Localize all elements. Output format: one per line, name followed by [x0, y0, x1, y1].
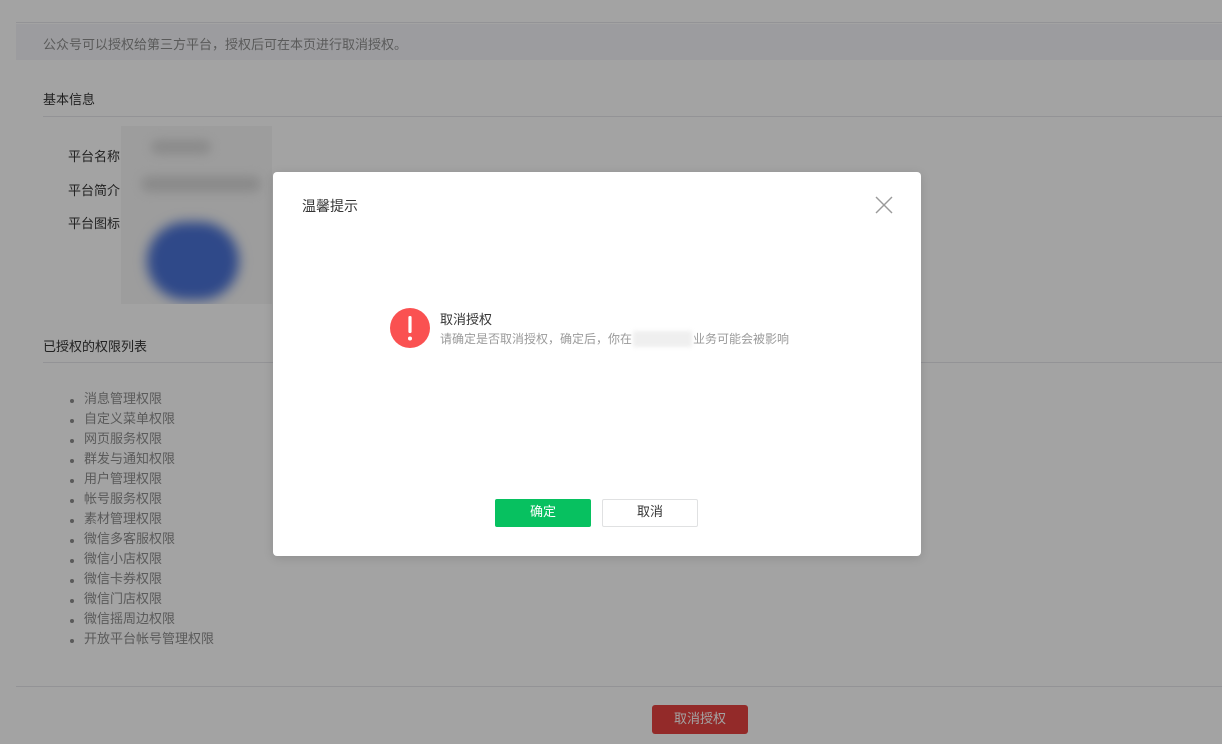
dialog-title: 温馨提示 — [302, 199, 358, 215]
confirm-dialog: 温馨提示 取消授权 请确定是否取消授权，确定后，你在 业务可能会被影响 确定 取… — [273, 172, 921, 556]
confirm-button[interactable]: 确定 — [495, 499, 591, 527]
message-suffix: 业务可能会被影响 — [693, 332, 790, 346]
close-icon[interactable] — [873, 194, 895, 216]
redacted-account-name — [633, 330, 693, 347]
cancel-button[interactable]: 取消 — [602, 499, 698, 527]
message-prefix: 请确定是否取消授权，确定后，你在 — [440, 332, 633, 346]
message-title: 取消授权 — [440, 313, 493, 328]
exclamation-circle-icon — [389, 307, 431, 349]
message-description: 请确定是否取消授权，确定后，你在 业务可能会被影响 — [440, 330, 789, 347]
